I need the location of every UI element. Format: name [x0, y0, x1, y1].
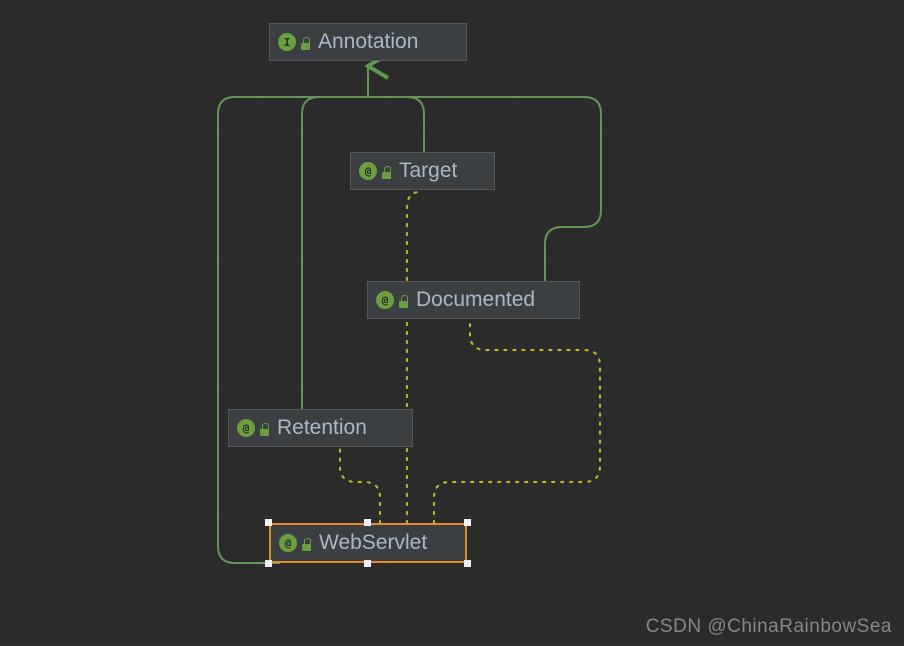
lock-icon	[301, 539, 313, 551]
node-label: Retention	[277, 416, 367, 440]
annotation-icon: @	[376, 291, 394, 309]
interface-icon: I	[278, 33, 296, 51]
node-label: WebServlet	[319, 531, 427, 555]
node-webservlet[interactable]: @ WebServlet	[269, 523, 467, 563]
watermark: CSDN @ChinaRainbowSea	[646, 616, 892, 638]
node-documented[interactable]: @ Documented	[367, 281, 580, 319]
node-label: Annotation	[318, 30, 418, 54]
lock-icon	[398, 296, 410, 308]
node-annotation[interactable]: I Annotation	[269, 23, 467, 61]
annotation-icon: @	[359, 162, 377, 180]
node-target[interactable]: @ Target	[350, 152, 495, 190]
lock-icon	[381, 167, 393, 179]
annotation-icon: @	[279, 534, 297, 552]
node-retention[interactable]: @ Retention	[228, 409, 413, 447]
node-label: Target	[399, 159, 457, 183]
lock-icon	[300, 38, 312, 50]
node-label: Documented	[416, 288, 535, 312]
annotation-icon: @	[237, 419, 255, 437]
lock-icon	[259, 424, 271, 436]
